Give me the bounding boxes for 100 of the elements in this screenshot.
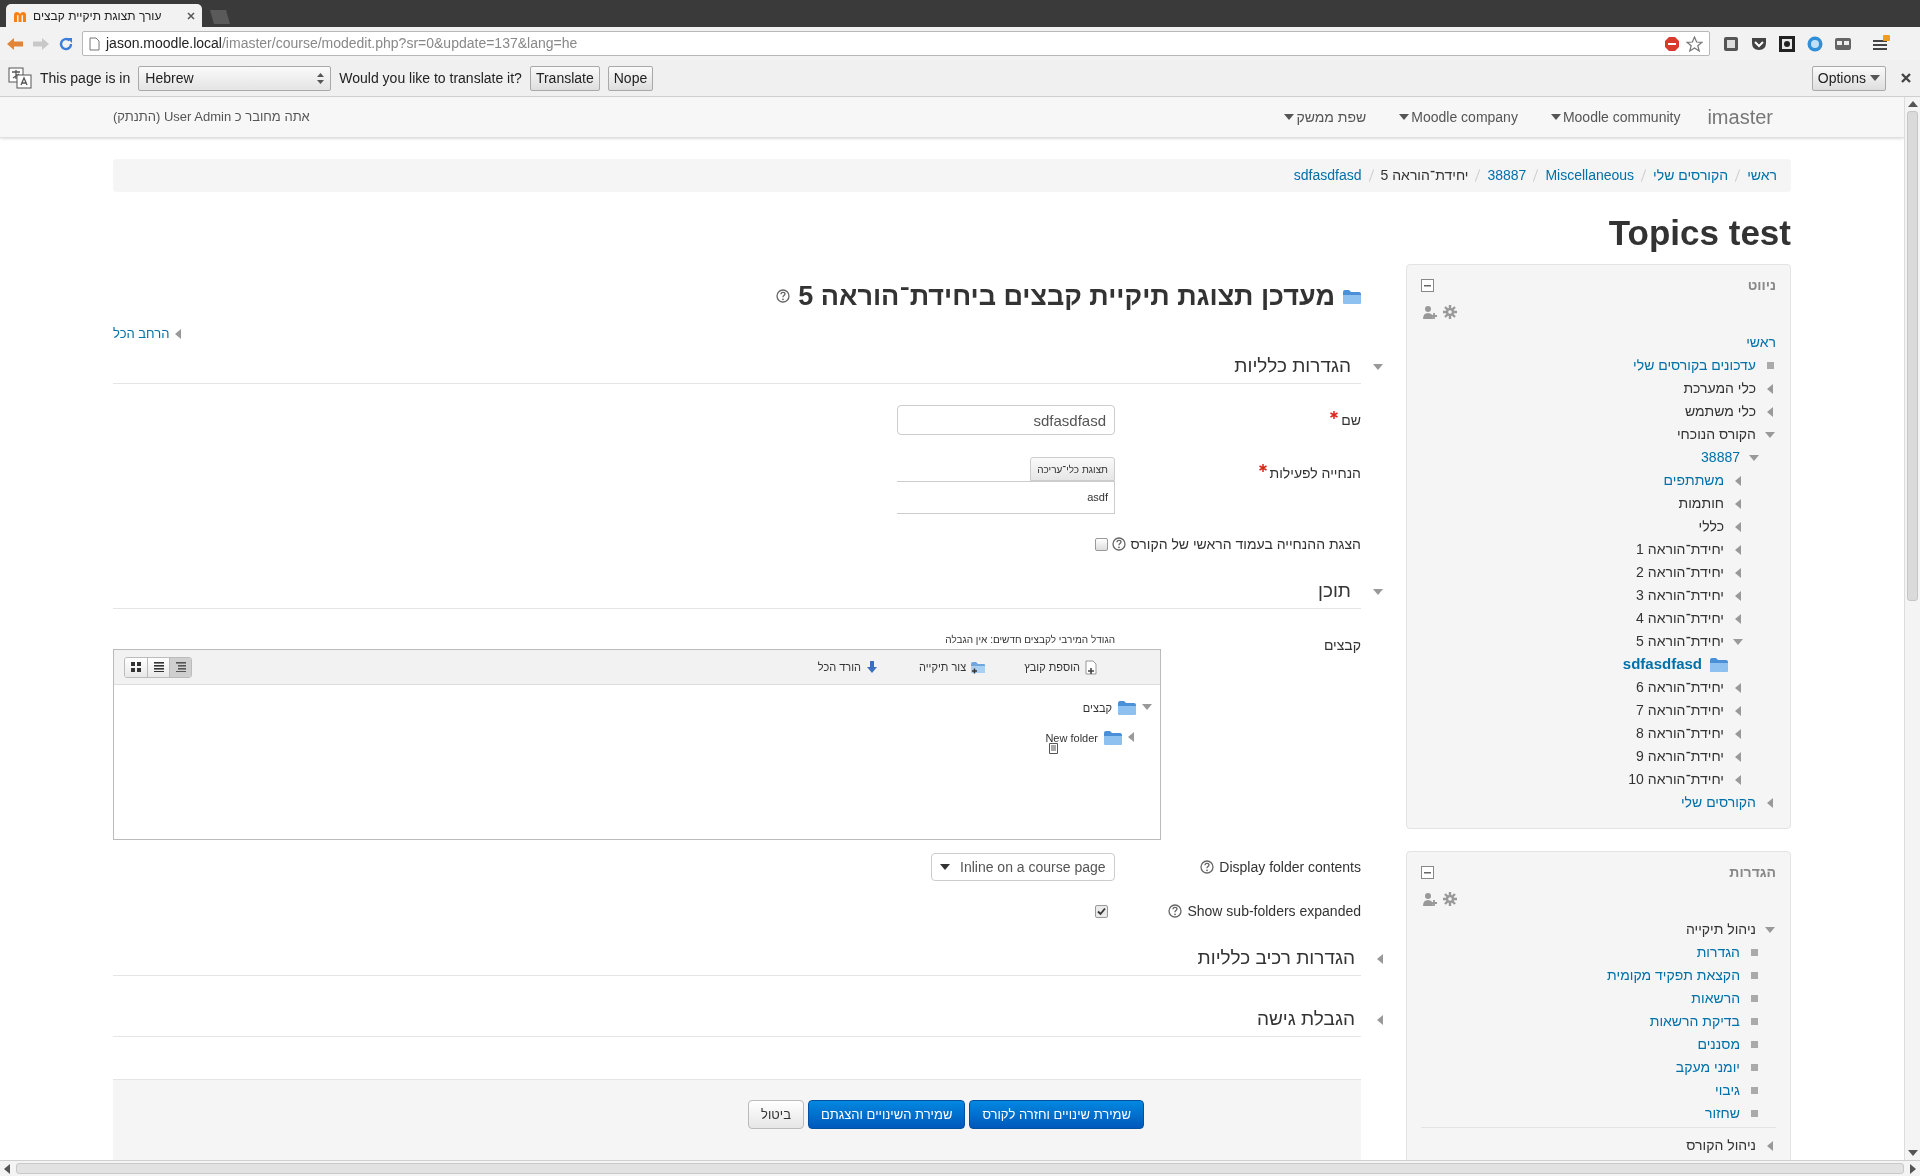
nav-link[interactable]: מסננים [1697, 1034, 1740, 1055]
name-input[interactable]: sdfasdfasd [897, 405, 1115, 435]
close-icon[interactable] [187, 11, 195, 20]
checkbox[interactable] [1095, 537, 1108, 551]
caret-icon [1870, 75, 1880, 81]
breadcrumb-link[interactable]: sdfasdfasd [1293, 165, 1362, 186]
view-toggle[interactable] [147, 657, 169, 677]
scroll-up-icon[interactable] [1907, 101, 1918, 107]
toolbar-button[interactable]: הורד הכל [817, 658, 881, 676]
collapse-icon[interactable] [1421, 278, 1434, 292]
scroll-left-icon[interactable] [4, 1163, 10, 1174]
nav-item[interactable]: כללי [1698, 516, 1724, 537]
scrollbar[interactable] [1904, 97, 1920, 1160]
nav-item[interactable]: יחידת־הוראה 9 [1636, 746, 1724, 767]
nav-link[interactable]: שחזור [1704, 1103, 1740, 1124]
view-toggle[interactable] [125, 657, 147, 677]
scroll-down-icon[interactable] [1907, 1150, 1918, 1156]
nav-link[interactable]: הקורסים שלי [1680, 792, 1756, 813]
scrollbar[interactable] [0, 1160, 1920, 1176]
help-icon[interactable] [1111, 537, 1126, 551]
options-button[interactable]: Options [1811, 65, 1886, 91]
nav-item[interactable]: יחידת־הוראה 3 [1636, 585, 1724, 606]
breadcrumb-link[interactable]: 38887 [1487, 165, 1527, 186]
nav-item[interactable]: יחידת־הוראה 8 [1636, 723, 1724, 744]
nav-item[interactable]: יחידת־הוראה 1 [1636, 539, 1724, 560]
nav-link[interactable]: 38887 [1701, 447, 1740, 468]
bullet-icon [1750, 949, 1758, 956]
browser-tab[interactable]: עורך תצוגת תיקיית קבצים [6, 4, 202, 27]
nav-link[interactable]: גיבוי [1715, 1080, 1740, 1101]
scroll-thumb[interactable] [16, 1163, 1904, 1174]
nav-item[interactable]: יחידת־הוראה 4 [1636, 608, 1724, 629]
nav-link[interactable]: בדיקת הרשאות [1649, 1011, 1740, 1032]
editor-toggle-button[interactable]: תצוגת כלי־עריכה [1030, 457, 1115, 481]
nav-link[interactable]: sdfasdfasd [1622, 653, 1702, 676]
nav-item[interactable]: הקורס הנוכחי [1676, 424, 1756, 445]
view-switcher[interactable] [124, 656, 192, 678]
navbar-menu[interactable]: Moodle company [1399, 106, 1518, 128]
folder-name[interactable]: קבצים [1082, 702, 1112, 714]
nav-item[interactable]: חותמות [1678, 493, 1724, 514]
help-icon[interactable] [776, 289, 791, 303]
nav-item[interactable]: ניהול הקורס [1686, 1135, 1756, 1156]
translate-button[interactable]: Translate [529, 65, 600, 91]
toolbar-button[interactable]: הוספת קובץ [1024, 658, 1100, 676]
text-editor[interactable]: asdf [897, 481, 1115, 514]
block-title: ניווט [1747, 275, 1776, 295]
navbar-menu[interactable]: Moodle community [1550, 106, 1681, 128]
submit-button[interactable]: שמירת השינויים והצגתם [807, 1100, 966, 1129]
collapse-icon[interactable] [1421, 865, 1434, 879]
folder-icon[interactable] [1104, 729, 1122, 745]
scroll-right-icon[interactable] [1910, 1163, 1916, 1174]
nav-item[interactable]: יחידת־הוראה 10 [1628, 769, 1724, 790]
close-icon[interactable] [1900, 72, 1912, 84]
section-header[interactable]: הגדרות כלליות [1234, 352, 1351, 381]
gear-icon[interactable] [1443, 892, 1457, 906]
nav-item[interactable]: יחידת־הוראה 7 [1636, 700, 1724, 721]
nav-item[interactable]: יחידת־הוראה 5 [1636, 631, 1724, 652]
folder-icon[interactable] [1118, 699, 1136, 715]
nav-item[interactable]: כלי משתמש [1684, 401, 1756, 422]
scroll-thumb[interactable] [1907, 111, 1918, 601]
cancel-button[interactable]: ביטול [748, 1100, 804, 1129]
nav-link[interactable]: הרשאות [1691, 988, 1740, 1009]
nav-item[interactable]: יחידת־הוראה 2 [1636, 562, 1724, 583]
expand-all-link[interactable]: הרחב הכל [113, 324, 170, 344]
nav-item[interactable]: כלי המערכת [1683, 378, 1756, 399]
nav-link[interactable]: הגדרות [1696, 942, 1740, 963]
site-brand[interactable]: imaster [1707, 102, 1773, 132]
help-icon[interactable] [1168, 904, 1183, 918]
submit-button[interactable]: שמירת שינויים וחזרה לקורס [969, 1100, 1144, 1129]
nav-item[interactable]: יחידת־הוראה 6 [1636, 677, 1724, 698]
extension-icon[interactable] [1778, 34, 1796, 53]
star-icon[interactable] [1686, 35, 1703, 52]
breadcrumb-link[interactable]: Miscellaneous [1545, 165, 1635, 186]
gear-icon[interactable] [1443, 305, 1457, 319]
navbar-menu[interactable]: שפת ממשק [1284, 106, 1367, 128]
address-field[interactable]: jason.moodle.local/imaster/course/modedit.php?sr=0&update=137&lang=he [82, 31, 1710, 56]
section-header[interactable]: תוכן [1318, 577, 1351, 606]
nav-link[interactable]: יומני מעקב [1675, 1057, 1740, 1078]
section-header[interactable]: הגבלת גישה [1256, 1005, 1355, 1034]
reload-icon[interactable] [58, 35, 74, 52]
nav-link[interactable]: עדכונים בקורסים שלי [1633, 355, 1756, 376]
stop-sign-icon[interactable] [1664, 35, 1680, 52]
checkbox[interactable] [1095, 904, 1108, 918]
person-plus-icon[interactable] [1423, 305, 1437, 319]
help-icon[interactable] [1200, 860, 1215, 874]
nav-link[interactable]: ראשי [1746, 332, 1776, 353]
nav-item[interactable]: ניהול תיקייה [1685, 919, 1756, 940]
breadcrumb-link[interactable]: הקורסים שלי [1653, 165, 1729, 186]
nav-link[interactable]: הקצאת תפקיד מקומית [1607, 965, 1740, 986]
dismiss-button[interactable]: Nope [607, 65, 654, 91]
section-header[interactable]: הגדרות רכיב כלליות [1197, 944, 1355, 973]
nav-link[interactable]: משתתפים [1663, 470, 1724, 491]
language-select[interactable]: Hebrew [138, 65, 332, 91]
page-title: Topics test [1607, 212, 1791, 254]
breadcrumb-link[interactable]: ראשי [1747, 165, 1777, 186]
view-toggle[interactable] [169, 657, 191, 677]
folder-name[interactable]: New folder [1045, 732, 1098, 744]
toolbar-button[interactable]: צור תיקייה [919, 658, 987, 676]
menu-icon[interactable] [1870, 34, 1890, 53]
person-plus-icon[interactable] [1423, 892, 1437, 906]
display-select[interactable]: Inline on a course page [931, 853, 1115, 881]
